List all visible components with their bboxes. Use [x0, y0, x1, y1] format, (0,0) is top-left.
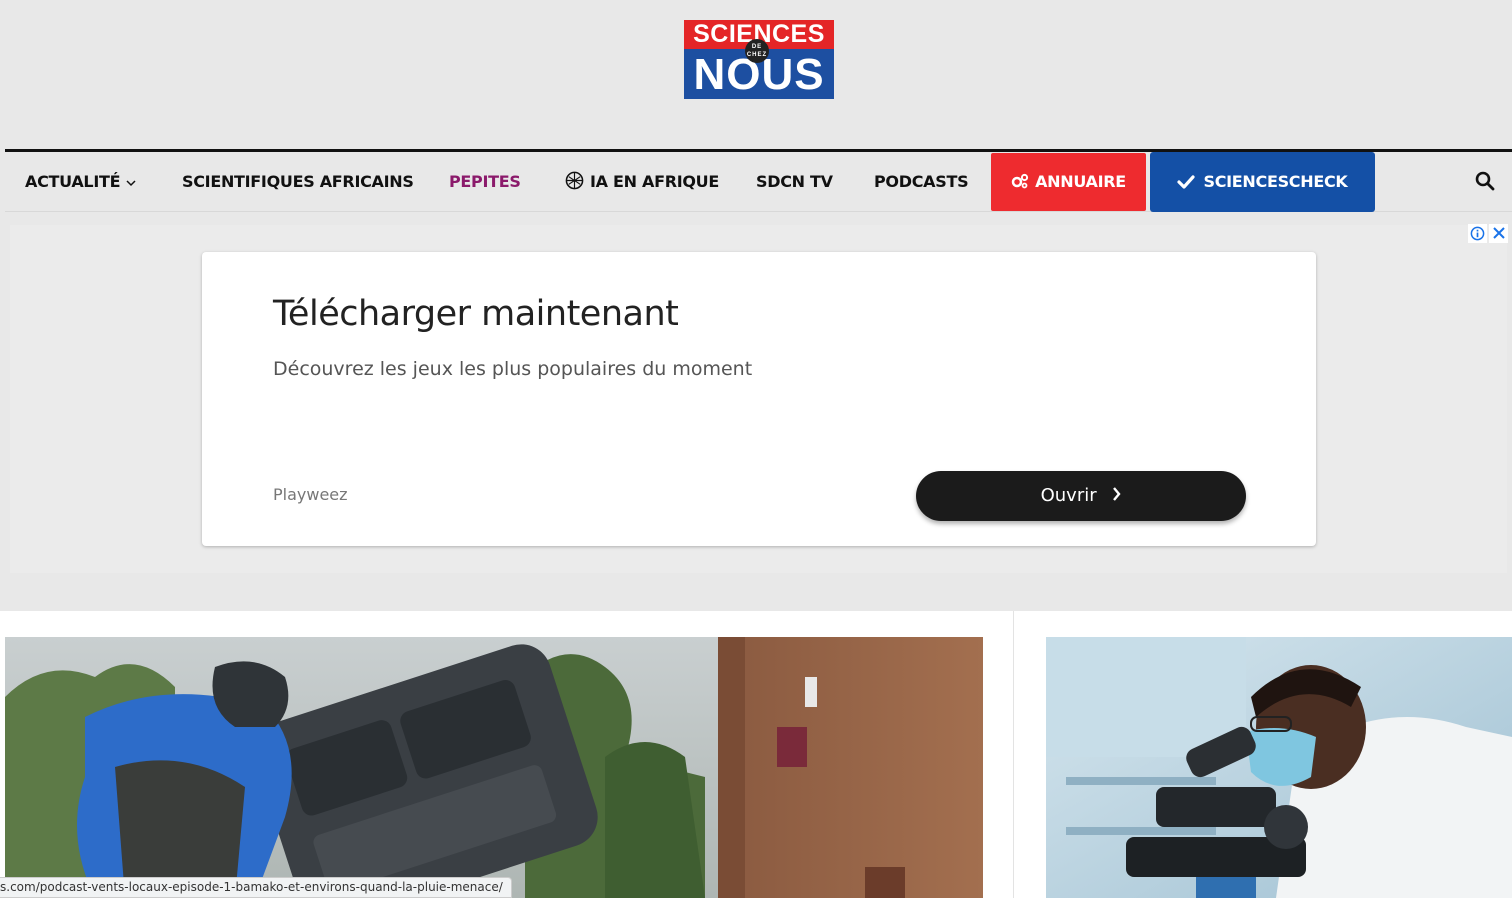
- chevron-down-icon: [126, 154, 136, 214]
- ad-open-label: Ouvrir: [1040, 485, 1097, 506]
- close-icon[interactable]: [1489, 224, 1508, 243]
- info-icon[interactable]: [1468, 224, 1487, 243]
- nav-item-scientifiques-africains[interactable]: SCIENTIFIQUES AFRICAINS: [182, 152, 414, 212]
- search-icon[interactable]: [1475, 171, 1495, 191]
- featured-article-image[interactable]: [5, 637, 983, 898]
- annuaire-button[interactable]: ANNUAIRE: [991, 153, 1146, 211]
- main-navigation: ACTUALITÉ SCIENTIFIQUES AFRICAINS PEPITE…: [5, 152, 1512, 212]
- secondary-article-image[interactable]: [1046, 637, 1512, 898]
- ad-card[interactable]: Télécharger maintenant Découvrez les jeu…: [202, 252, 1316, 546]
- ad-open-button[interactable]: Ouvrir: [916, 471, 1246, 521]
- logo-dechez-badge: DE CHEZ: [745, 39, 769, 63]
- check-icon: [1177, 154, 1196, 214]
- nav-item-actualite[interactable]: ACTUALITÉ: [25, 152, 136, 212]
- chevron-right-icon: [1112, 471, 1121, 521]
- ad-brand: Playweez: [273, 485, 348, 504]
- nav-item-sdcn-tv[interactable]: SDCN TV: [756, 152, 833, 212]
- site-logo[interactable]: SCIENCES NOUS DE CHEZ: [684, 20, 834, 99]
- gears-icon: [1011, 155, 1029, 213]
- annuaire-label: ANNUAIRE: [1035, 172, 1126, 191]
- ad-badges: [1468, 224, 1508, 244]
- status-bar-url: s.com/podcast-vents-locaux-episode-1-bam…: [0, 877, 512, 898]
- nav-item-pepites[interactable]: PEPITES: [449, 152, 521, 212]
- ad-title: Télécharger maintenant: [273, 294, 679, 334]
- logo-line2-wrap: NOUS DE CHEZ: [684, 39, 834, 99]
- nav-item-label: ACTUALITÉ: [25, 172, 121, 191]
- nav-item-podcasts[interactable]: PODCASTS: [874, 152, 969, 212]
- ai-chip-icon: [565, 155, 584, 215]
- column-divider: [1013, 611, 1014, 898]
- nav-item-ia-en-afrique[interactable]: IA EN AFRIQUE: [565, 152, 719, 212]
- sciencescheck-button[interactable]: SCIENCESCHECK: [1150, 152, 1375, 212]
- sciencescheck-label: SCIENCESCHECK: [1203, 172, 1348, 191]
- ad-subtitle: Découvrez les jeux les plus populaires d…: [273, 358, 753, 380]
- nav-item-label: IA EN AFRIQUE: [590, 172, 720, 191]
